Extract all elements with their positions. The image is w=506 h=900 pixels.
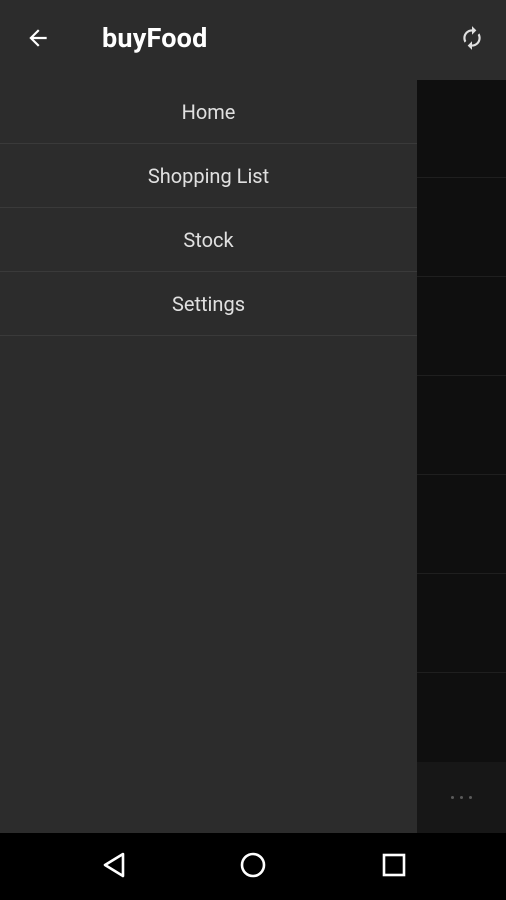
drawer-item-label: Shopping List xyxy=(147,163,270,188)
drawer-item-settings[interactable]: Settings xyxy=(0,272,417,336)
list-divider xyxy=(417,573,506,574)
list-divider xyxy=(417,375,506,376)
drawer-item-home[interactable]: Home xyxy=(0,80,417,144)
nav-home-icon xyxy=(239,851,267,883)
list-divider xyxy=(417,672,506,673)
arrow-back-icon xyxy=(25,25,51,55)
nav-recents-icon xyxy=(381,852,407,882)
back-button[interactable] xyxy=(18,20,58,60)
app-title: buyFood xyxy=(102,22,208,54)
list-divider xyxy=(417,276,506,277)
list-divider xyxy=(417,177,506,178)
drawer-item-label: Settings xyxy=(171,291,246,316)
nav-recents-button[interactable] xyxy=(373,846,415,888)
drawer-item-label: Home xyxy=(181,99,236,124)
drawer-item-stock[interactable]: Stock xyxy=(0,208,417,272)
navigation-drawer: Home Shopping List Stock Settings xyxy=(0,80,417,833)
app-bar: buyFood xyxy=(0,0,506,80)
list-divider xyxy=(417,474,506,475)
refresh-icon xyxy=(459,25,485,55)
drawer-item-shopping-list[interactable]: Shopping List xyxy=(0,144,417,208)
nav-home-button[interactable] xyxy=(232,846,274,888)
system-nav-bar xyxy=(0,833,506,900)
refresh-button[interactable] xyxy=(452,20,492,60)
screen: buyFood Home Shopping List Stock Setting… xyxy=(0,0,506,900)
background-bottom-bar xyxy=(417,762,506,833)
nav-back-icon xyxy=(101,851,127,883)
more-horizontal-icon[interactable] xyxy=(417,762,506,833)
nav-back-button[interactable] xyxy=(93,846,135,888)
background-list xyxy=(417,80,506,833)
drawer-item-label: Stock xyxy=(183,227,234,252)
